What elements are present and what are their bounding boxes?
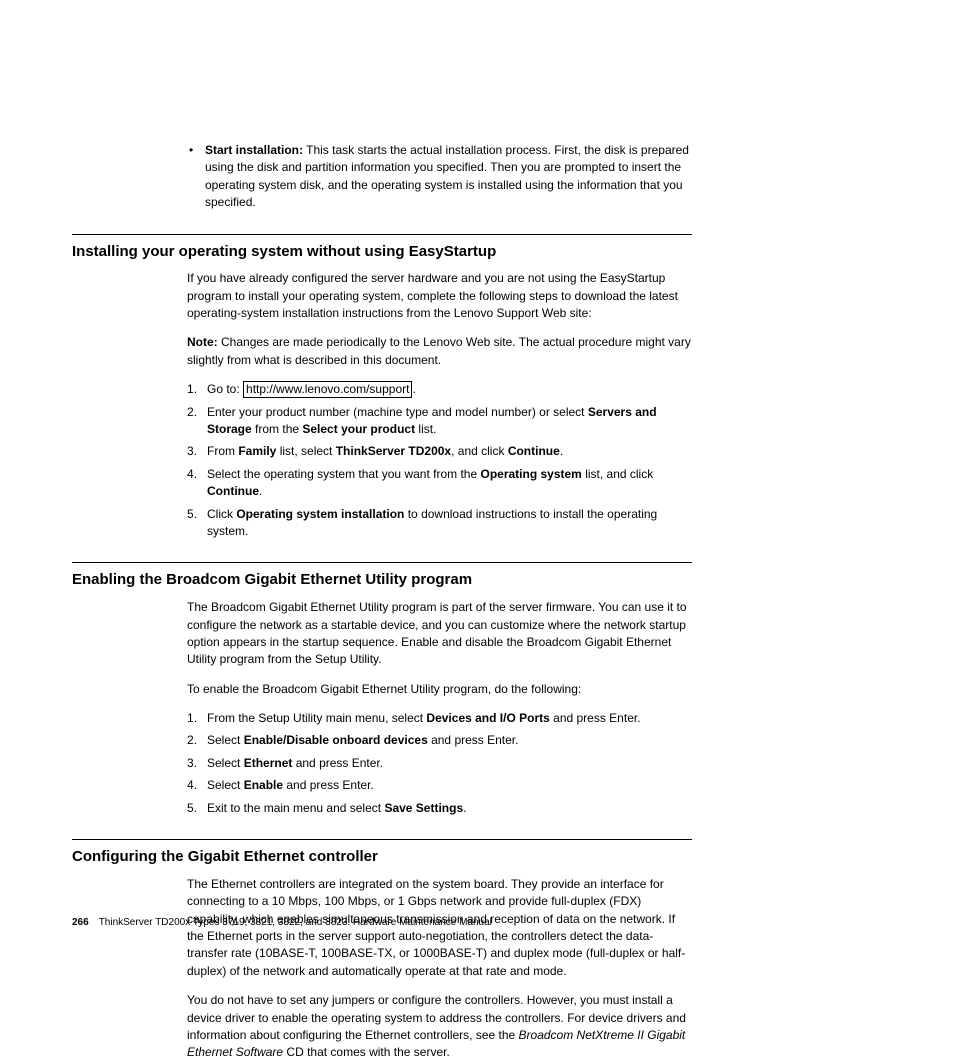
heading-enable-broadcom: Enabling the Broadcom Gigabit Ethernet U… xyxy=(72,562,692,591)
section-2: The Broadcom Gigabit Ethernet Utility pr… xyxy=(187,599,692,817)
s2-step-3: Select Ethernet and press Enter. xyxy=(187,755,692,772)
s1-step-2: Enter your product number (machine type … xyxy=(187,404,692,439)
s1-step-3: From Family list, select ThinkServer TD2… xyxy=(187,443,692,460)
page-footer: 266 ThinkServer TD200x Types 3719, 3821, … xyxy=(72,916,492,931)
s1-intro: If you have already configured the serve… xyxy=(187,270,692,322)
heading-install-without-easystartup: Installing your operating system without… xyxy=(72,234,692,263)
page-number: 266 xyxy=(72,917,89,928)
bullet-start-installation: Start installation: This task starts the… xyxy=(187,142,692,212)
bullet-label: Start installation: xyxy=(205,143,303,157)
s3-p2: You do not have to set any jumpers or co… xyxy=(187,992,692,1062)
footer-text: ThinkServer TD200x Types 3719, 3821, 382… xyxy=(99,917,492,928)
s1-step-5: Click Operating system installation to d… xyxy=(187,506,692,541)
s1-steps: Go to: http://www.lenovo.com/support. En… xyxy=(187,381,692,540)
s2-step-1: From the Setup Utility main menu, select… xyxy=(187,710,692,727)
heading-config-ethernet: Configuring the Gigabit Ethernet control… xyxy=(72,839,692,868)
s2-intro: The Broadcom Gigabit Ethernet Utility pr… xyxy=(187,599,692,669)
intro-bullet-block: Start installation: This task starts the… xyxy=(187,142,692,212)
s2-step-2: Select Enable/Disable onboard devices an… xyxy=(187,732,692,749)
s1-step-4: Select the operating system that you wan… xyxy=(187,466,692,501)
section-3: The Ethernet controllers are integrated … xyxy=(187,876,692,1062)
page: Start installation: This task starts the… xyxy=(0,0,954,954)
s2-lead: To enable the Broadcom Gigabit Ethernet … xyxy=(187,681,692,698)
note-label: Note: xyxy=(187,335,218,349)
s2-steps: From the Setup Utility main menu, select… xyxy=(187,710,692,817)
section-1: If you have already configured the serve… xyxy=(187,270,692,540)
s1-note: Note: Changes are made periodically to t… xyxy=(187,334,692,369)
note-text: Changes are made periodically to the Len… xyxy=(187,335,691,366)
s2-step-4: Select Enable and press Enter. xyxy=(187,777,692,794)
support-link[interactable]: http://www.lenovo.com/support xyxy=(243,381,412,397)
s1-step-1: Go to: http://www.lenovo.com/support. xyxy=(187,381,692,398)
s2-step-5: Exit to the main menu and select Save Se… xyxy=(187,800,692,817)
